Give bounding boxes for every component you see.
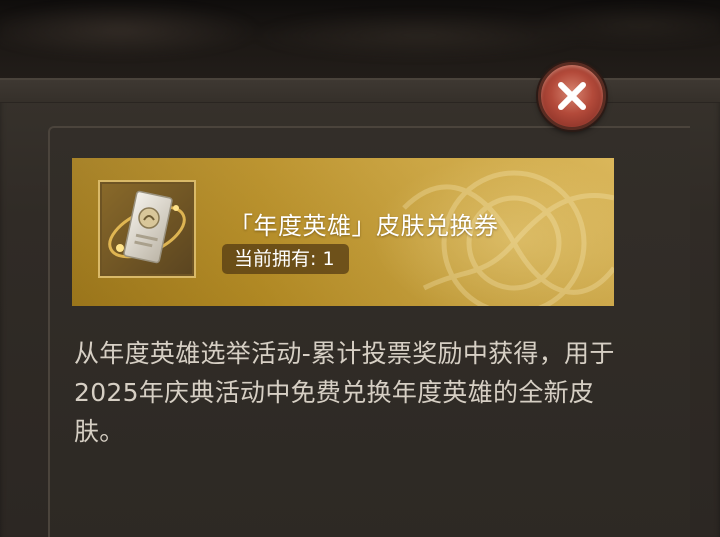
blurred-background [0, 0, 720, 78]
game-screen: 「年度英雄」皮肤兑换券 当前拥有: 1 从年度英雄选举活动-累计投票奖励中获得，… [0, 0, 720, 537]
owned-count: 1 [322, 248, 335, 270]
close-button[interactable] [538, 62, 606, 130]
owned-count-badge: 当前拥有: 1 [222, 244, 349, 274]
owned-label: 当前拥有: [234, 248, 317, 270]
item-card: 「年度英雄」皮肤兑换券 当前拥有: 1 [72, 158, 614, 306]
item-detail-popup [0, 78, 720, 537]
item-description: 从年度英雄选举活动-累计投票奖励中获得，用于2025年庆典活动中免费兑换年度英雄… [74, 339, 615, 446]
item-icon-frame [98, 180, 196, 278]
item-title: 「年度英雄」皮肤兑换券 [229, 212, 499, 240]
close-icon [558, 82, 586, 110]
popup-header-strip [0, 80, 720, 103]
skin-voucher-ticket-icon [108, 190, 186, 264]
